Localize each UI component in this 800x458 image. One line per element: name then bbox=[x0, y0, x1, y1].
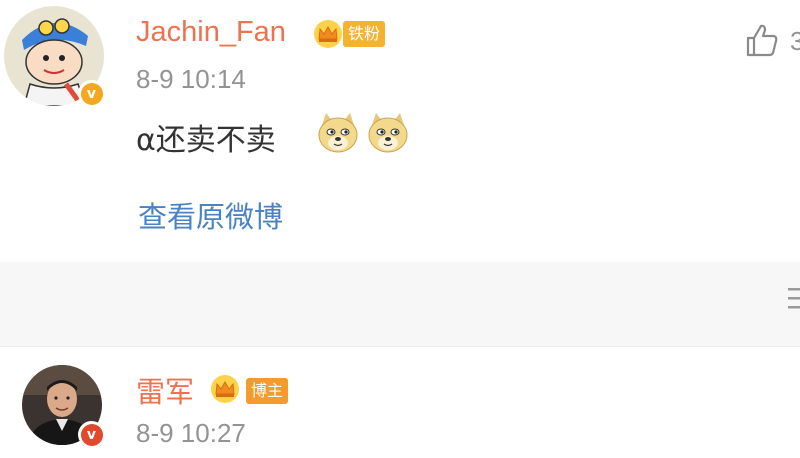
view-original-post-link[interactable]: 查看原微博 bbox=[138, 194, 283, 236]
like-count: 3 bbox=[790, 26, 800, 56]
comment-text: α还卖不卖 bbox=[136, 123, 276, 158]
comment-item: v 雷军 博主 8-9 10:27 bbox=[0, 347, 800, 458]
menu-lines-icon[interactable] bbox=[788, 286, 800, 312]
avatar[interactable]: v bbox=[4, 6, 105, 107]
v-verified-badge: v bbox=[80, 423, 103, 446]
doge-emoji bbox=[318, 113, 358, 153]
username[interactable]: Jachin_Fan bbox=[136, 16, 286, 49]
avatar[interactable]: v bbox=[22, 365, 105, 448]
verified-badge: v bbox=[78, 80, 105, 107]
username[interactable]: 雷军 bbox=[136, 369, 194, 411]
crown-icon bbox=[314, 20, 342, 48]
timestamp: 8-9 10:14 bbox=[136, 64, 246, 94]
blogger-tag: 博主 bbox=[246, 378, 289, 404]
section-gap bbox=[0, 262, 800, 348]
fan-tag: 铁粉 bbox=[343, 21, 386, 47]
doge-emoji bbox=[368, 113, 408, 153]
comment-item: v Jachin_Fan 铁粉 8-9 10:14 α还卖不卖 查看原微博 3 bbox=[0, 0, 800, 262]
verified-badge: v bbox=[78, 421, 105, 448]
timestamp: 8-9 10:27 bbox=[136, 418, 246, 448]
v-verified-badge: v bbox=[80, 82, 103, 105]
thumbs-up-icon[interactable] bbox=[744, 22, 780, 58]
crown-icon bbox=[211, 375, 239, 403]
weibo-comments-page: v Jachin_Fan 铁粉 8-9 10:14 α还卖不卖 查看原微博 3 … bbox=[0, 0, 800, 458]
